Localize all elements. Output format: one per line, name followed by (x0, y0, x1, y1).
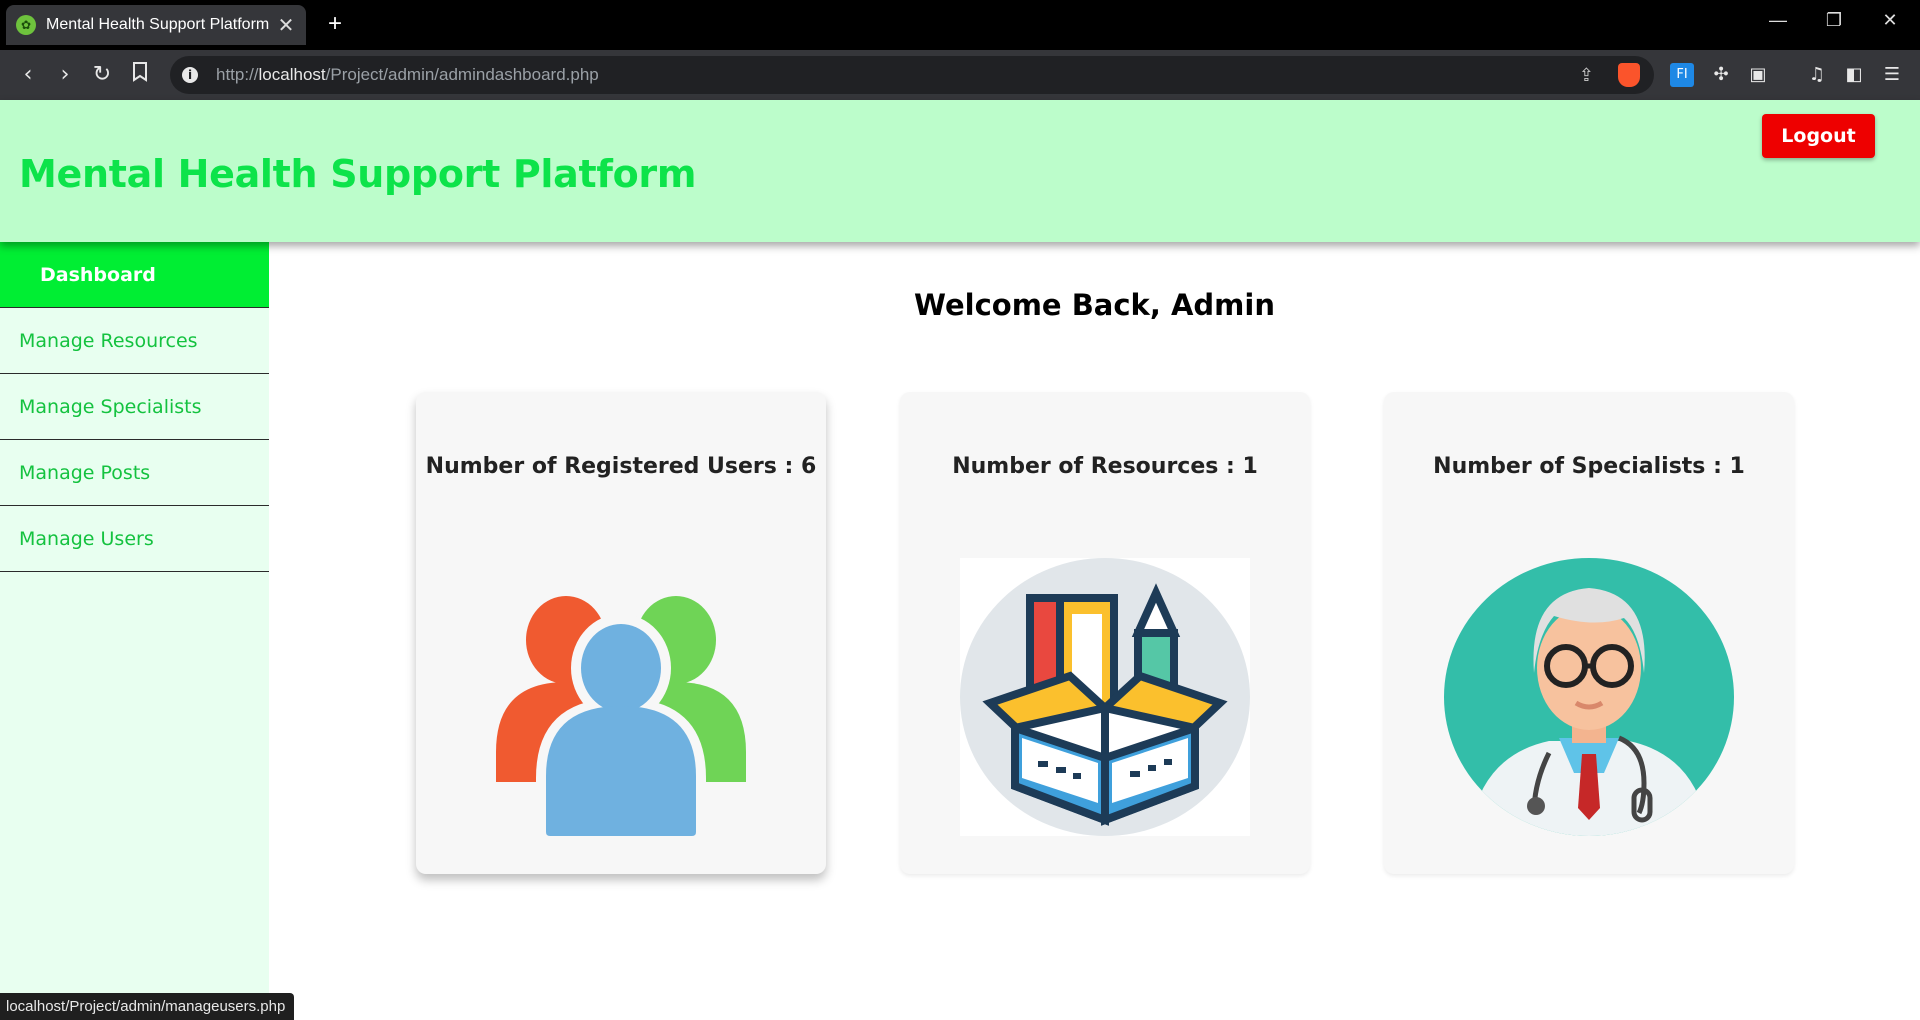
specialists-card[interactable]: Number of Specialists : 1 (1384, 392, 1794, 874)
tab-title: Mental Health Support Platform (46, 16, 270, 33)
media-icon[interactable]: ♫ (1805, 63, 1829, 87)
browser-tab[interactable]: ✿ Mental Health Support Platform ✕ (6, 5, 306, 45)
minimize-icon[interactable]: — (1758, 10, 1798, 31)
site-info-icon[interactable]: i (182, 67, 198, 83)
users-group-icon (476, 558, 766, 838)
browser-tab-bar: ✿ Mental Health Support Platform ✕ + — ❐… (0, 0, 1920, 50)
sidebar-item-manage-posts[interactable]: Manage Posts (0, 440, 269, 506)
address-bar[interactable]: i http://localhost/Project/admin/adminda… (170, 56, 1654, 94)
forward-icon[interactable]: › (52, 62, 78, 88)
reading-list-icon[interactable]: ▣ (1746, 63, 1770, 87)
close-window-icon[interactable]: ✕ (1870, 10, 1910, 31)
back-icon[interactable]: ‹ (15, 62, 41, 88)
sidebar-icon[interactable]: ◧ (1842, 63, 1866, 87)
page-title: Mental Health Support Platform (19, 152, 697, 196)
sidebar-item-manage-specialists[interactable]: Manage Specialists (0, 374, 269, 440)
sidebar-item-manage-users[interactable]: Manage Users (0, 506, 269, 572)
resources-card[interactable]: Number of Resources : 1 (900, 392, 1310, 874)
close-tab-icon[interactable]: ✕ (276, 13, 296, 38)
logout-button[interactable]: Logout (1762, 114, 1875, 158)
share-icon[interactable]: ⇪ (1579, 65, 1594, 86)
status-bar-url: localhost/Project/admin/manageusers.php (0, 993, 295, 1020)
menu-icon[interactable]: ☰ (1880, 63, 1904, 87)
card-label: Number of Registered Users : 6 (425, 454, 817, 479)
card-label: Number of Specialists : 1 (1433, 454, 1745, 479)
registered-users-card[interactable]: Number of Registered Users : 6 (416, 392, 826, 874)
brave-shield-icon[interactable] (1618, 63, 1640, 87)
extensions-icon[interactable]: ✣ (1709, 63, 1733, 87)
page-header: Mental Health Support Platform Logout (0, 100, 1920, 242)
sidebar: Dashboard Manage Resources Manage Specia… (0, 242, 269, 1020)
translate-icon[interactable]: FI (1670, 63, 1694, 87)
reload-icon[interactable]: ↻ (89, 62, 115, 88)
resources-box-icon (960, 558, 1250, 836)
sidebar-item-manage-resources[interactable]: Manage Resources (0, 308, 269, 374)
new-tab-button[interactable]: + (320, 10, 350, 38)
card-label: Number of Resources : 1 (952, 454, 1258, 479)
browser-toolbar: ‹ › ↻ i http://localhost/Project/admin/a… (0, 50, 1920, 100)
doctor-icon (1444, 558, 1734, 836)
restore-icon[interactable]: ❐ (1814, 10, 1854, 31)
bookmark-icon[interactable] (127, 62, 153, 88)
welcome-heading: Welcome Back, Admin (914, 288, 1275, 322)
sidebar-item-dashboard[interactable]: Dashboard (0, 242, 269, 308)
site-favicon-icon: ✿ (16, 15, 36, 35)
url-text[interactable]: http://localhost/Project/admin/admindash… (216, 65, 599, 85)
